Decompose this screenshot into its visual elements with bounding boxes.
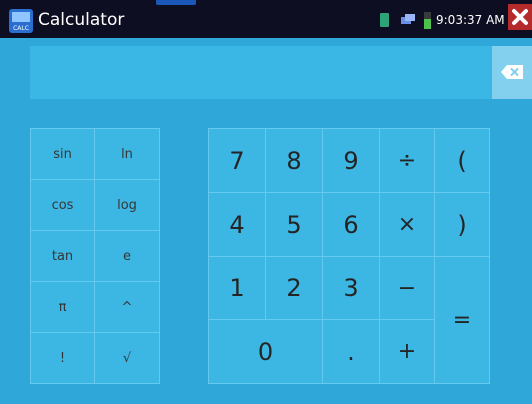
digit-8-key[interactable]: 8 — [265, 128, 323, 193]
log-key-label: log — [117, 197, 137, 213]
digit-2-label: 2 — [286, 274, 302, 302]
equals-key[interactable]: = — [434, 256, 490, 384]
tan-key[interactable]: tan — [30, 230, 95, 282]
sin-key[interactable]: sin — [30, 128, 95, 180]
digit-3-key[interactable]: 3 — [322, 256, 380, 320]
pi-key-label: π — [58, 299, 67, 315]
cos-key-label: cos — [51, 197, 74, 213]
close-paren-label: ) — [457, 210, 467, 239]
digit-0-key[interactable]: 0 — [208, 319, 323, 384]
minus-key[interactable]: − — [379, 256, 435, 320]
calculator-display — [30, 46, 492, 99]
factorial-key[interactable]: ! — [30, 332, 95, 384]
digit-1-label: 1 — [229, 274, 245, 302]
power-key-label: ^ — [121, 299, 133, 315]
factorial-key-label: ! — [59, 350, 66, 366]
digit-0-label: 0 — [257, 337, 274, 366]
app-title: Calculator — [38, 10, 125, 30]
app-icon-label: CALC — [13, 25, 29, 32]
log-key[interactable]: log — [94, 179, 160, 231]
digit-4-key[interactable]: 4 — [208, 192, 266, 257]
digit-3-label: 3 — [343, 274, 359, 302]
active-tab-indicator — [156, 0, 196, 5]
divide-key[interactable]: ÷ — [379, 128, 435, 193]
sqrt-key-label: √ — [122, 350, 132, 366]
minus-label: − — [397, 275, 417, 301]
divide-label: ÷ — [397, 148, 417, 173]
cos-key[interactable]: cos — [30, 179, 95, 231]
decimal-point-key[interactable]: . — [322, 319, 380, 384]
decimal-point-label: . — [347, 337, 355, 366]
e-key[interactable]: e — [94, 230, 160, 282]
digit-2-key[interactable]: 2 — [265, 256, 323, 320]
sim-cards-icon — [401, 14, 415, 24]
digit-5-label: 5 — [286, 210, 302, 239]
multiply-key[interactable]: × — [379, 192, 435, 257]
numeric-keypad: 7 8 9 ÷ ( 4 5 6 × ) 1 2 3 − = 0 . + — [208, 128, 490, 384]
pi-key[interactable]: π — [30, 281, 95, 333]
power-key[interactable]: ^ — [94, 281, 160, 333]
digit-6-label: 6 — [343, 210, 359, 239]
digit-7-key[interactable]: 7 — [208, 128, 266, 193]
backspace-button[interactable] — [492, 46, 532, 99]
open-paren-label: ( — [457, 146, 467, 175]
calculator-app-icon: CALC — [9, 9, 33, 33]
e-key-label: e — [123, 248, 131, 264]
phone-icon — [380, 13, 389, 27]
sqrt-key[interactable]: √ — [94, 332, 160, 384]
tan-key-label: tan — [51, 248, 74, 264]
close-paren-key[interactable]: ) — [434, 192, 490, 257]
digit-5-key[interactable]: 5 — [265, 192, 323, 257]
plus-label: + — [397, 339, 417, 364]
scientific-keypad: sin ln cos log tan e π ^ ! √ — [30, 128, 160, 384]
digit-4-label: 4 — [229, 210, 245, 239]
plus-key[interactable]: + — [379, 319, 435, 384]
ln-key[interactable]: ln — [94, 128, 160, 180]
battery-icon — [424, 12, 431, 29]
open-paren-key[interactable]: ( — [434, 128, 490, 193]
digit-8-label: 8 — [286, 146, 302, 175]
multiply-label: × — [397, 212, 417, 237]
close-icon — [512, 9, 528, 25]
digit-7-label: 7 — [229, 146, 245, 175]
digit-6-key[interactable]: 6 — [322, 192, 380, 257]
digit-9-label: 9 — [343, 146, 359, 175]
equals-label: = — [452, 307, 472, 333]
digit-1-key[interactable]: 1 — [208, 256, 266, 320]
ln-key-label: ln — [121, 146, 133, 162]
status-clock: 9:03:37 AM — [436, 13, 505, 27]
backspace-icon — [501, 65, 523, 79]
title-bar: CALC Calculator 9:03:37 AM — [0, 0, 532, 38]
digit-9-key[interactable]: 9 — [322, 128, 380, 193]
close-button[interactable] — [508, 4, 532, 30]
sin-key-label: sin — [53, 146, 72, 162]
